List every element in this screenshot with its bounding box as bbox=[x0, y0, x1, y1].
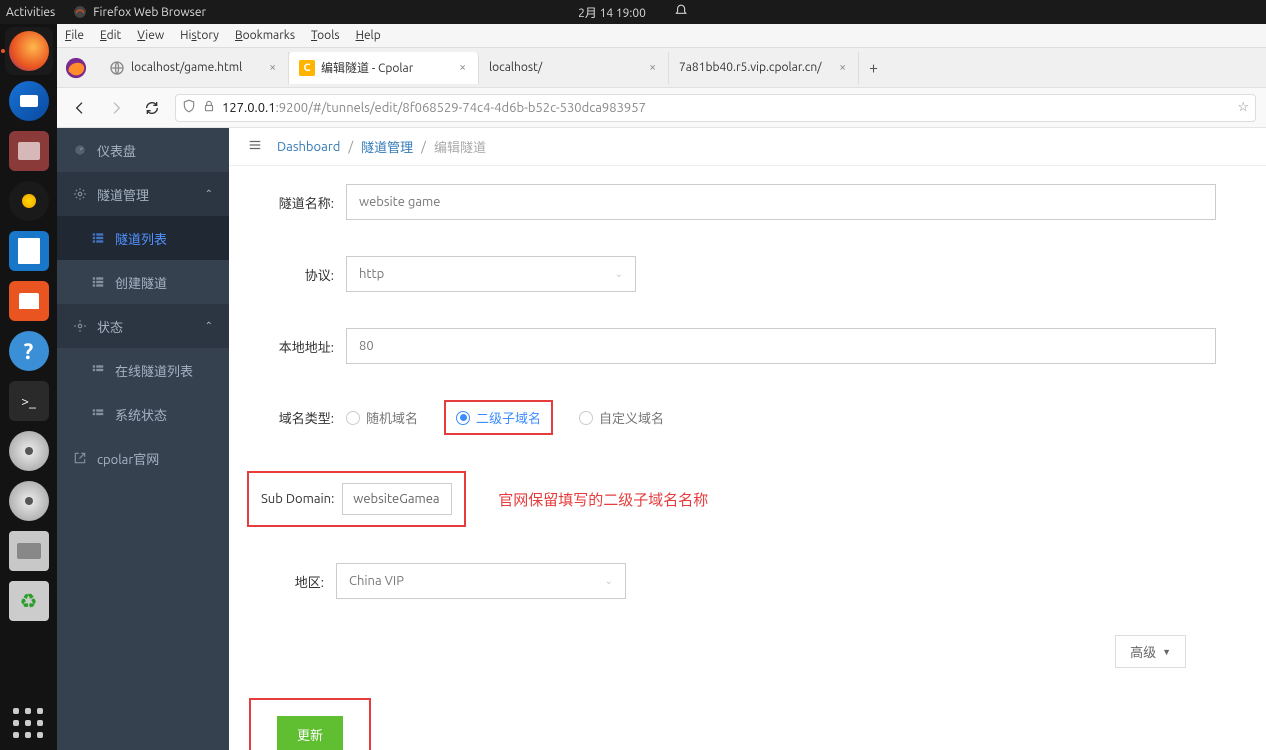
sidebar-online-list[interactable]: 在线隧道列表 bbox=[57, 348, 229, 392]
breadcrumb-current: 编辑隧道 bbox=[434, 137, 486, 156]
menu-edit[interactable]: Edit bbox=[100, 29, 121, 42]
subdomain-label: Sub Domain: bbox=[261, 492, 334, 506]
protocol-label: 协议: bbox=[259, 265, 334, 284]
tunnel-name-label: 隧道名称: bbox=[259, 193, 334, 212]
breadcrumb-tunnel-mgmt[interactable]: 隧道管理 bbox=[361, 137, 413, 156]
radio-random-domain[interactable]: 随机域名 bbox=[346, 408, 418, 427]
breadcrumb: Dashboard / 隧道管理 / 编辑隧道 bbox=[229, 128, 1266, 166]
sidebar-tunnel-mgmt[interactable]: 隧道管理 ⌃ bbox=[57, 172, 229, 216]
local-addr-input[interactable]: 80 bbox=[346, 328, 1216, 364]
tunnel-name-input[interactable]: website game bbox=[346, 184, 1216, 220]
back-button[interactable] bbox=[67, 95, 93, 121]
sidebar-status[interactable]: 状态 ⌃ bbox=[57, 304, 229, 348]
dock-libreoffice[interactable] bbox=[5, 227, 53, 275]
dock-firefox[interactable] bbox=[5, 27, 53, 75]
dock-disk1[interactable] bbox=[5, 427, 53, 475]
subdomain-input[interactable]: websiteGamea bbox=[342, 483, 452, 515]
annotation-box-subdomain: 二级子域名 bbox=[444, 400, 553, 435]
dock-thunderbird[interactable] bbox=[5, 77, 53, 125]
forward-button[interactable] bbox=[103, 95, 129, 121]
firefox-menubar: File Edit View History Bookmarks Tools H… bbox=[57, 24, 1266, 48]
chevron-down-icon: ⌄ bbox=[605, 575, 613, 587]
close-icon[interactable]: × bbox=[457, 61, 468, 74]
sidebar-system-status[interactable]: 系统状态 bbox=[57, 392, 229, 436]
menu-tools[interactable]: Tools bbox=[311, 29, 340, 42]
dock-trash[interactable]: ♻ bbox=[5, 577, 53, 625]
activities-button[interactable]: Activities bbox=[6, 6, 55, 19]
ubuntu-dock: ? >_ ♻ bbox=[0, 24, 57, 750]
update-button[interactable]: 更新 bbox=[277, 716, 343, 750]
dock-rhythmbox[interactable] bbox=[5, 177, 53, 225]
refresh-button[interactable] bbox=[139, 95, 165, 121]
firefox-toolbar-icon[interactable] bbox=[63, 55, 89, 81]
url-bar: 127.0.0.1:9200/#/tunnels/edit/8f068529-7… bbox=[57, 88, 1266, 128]
dock-drive[interactable] bbox=[5, 527, 53, 575]
region-label: 地区: bbox=[259, 572, 324, 591]
url-text: 127.0.0.1:9200/#/tunnels/edit/8f068529-7… bbox=[222, 101, 1231, 115]
dock-software[interactable] bbox=[5, 277, 53, 325]
menu-file[interactable]: File bbox=[65, 29, 84, 42]
domain-type-label: 域名类型: bbox=[259, 408, 334, 427]
region-select[interactable]: China VIP⌄ bbox=[336, 563, 626, 599]
breadcrumb-dashboard[interactable]: Dashboard bbox=[277, 140, 340, 154]
new-tab-button[interactable]: + bbox=[859, 59, 888, 77]
close-icon[interactable]: × bbox=[647, 61, 658, 74]
sidebar-create-tunnel[interactable]: 创建隧道 bbox=[57, 260, 229, 304]
tab-cpolar[interactable]: C 编辑隧道 - Cpolar × bbox=[289, 52, 479, 84]
dock-apps-grid[interactable] bbox=[11, 706, 47, 742]
dock-disk2[interactable] bbox=[5, 477, 53, 525]
tab-vip[interactable]: 7a81bb40.r5.vip.cpolar.cn/ × bbox=[669, 52, 859, 84]
close-icon[interactable]: × bbox=[837, 61, 848, 74]
bookmark-star-icon[interactable]: ☆ bbox=[1237, 100, 1249, 115]
current-app-title[interactable]: Firefox Web Browser bbox=[73, 5, 206, 19]
chevron-up-icon: ⌃ bbox=[205, 320, 213, 332]
system-top-bar: Activities Firefox Web Browser 2月 14 19:… bbox=[0, 0, 1266, 24]
tab-localhost[interactable]: localhost/ × bbox=[479, 52, 669, 84]
close-icon[interactable]: × bbox=[267, 61, 278, 74]
menu-view[interactable]: View bbox=[137, 29, 164, 42]
caret-down-icon: ▼ bbox=[1162, 647, 1171, 657]
cpolar-favicon: C bbox=[299, 60, 315, 76]
url-input[interactable]: 127.0.0.1:9200/#/tunnels/edit/8f068529-7… bbox=[175, 94, 1256, 122]
shield-icon bbox=[182, 99, 196, 116]
protocol-select[interactable]: http⌄ bbox=[346, 256, 636, 292]
menu-bookmarks[interactable]: Bookmarks bbox=[235, 29, 295, 42]
radio-subdomain[interactable]: 二级子域名 bbox=[456, 408, 541, 427]
menu-history[interactable]: History bbox=[180, 29, 219, 42]
domain-type-radio-group: 随机域名 二级子域名 自定义域名 bbox=[346, 400, 664, 435]
annotation-box-submit: 更新 bbox=[249, 698, 371, 750]
sidebar-tunnel-list[interactable]: 隧道列表 bbox=[57, 216, 229, 260]
form-area: 隧道名称: website game 协议: http⌄ 本地地址: 80 域名… bbox=[229, 166, 1266, 750]
dock-terminal[interactable]: >_ bbox=[5, 377, 53, 425]
main-content: Dashboard / 隧道管理 / 编辑隧道 隧道名称: website ga… bbox=[229, 128, 1266, 750]
firefox-small-icon bbox=[73, 5, 87, 19]
sidebar-dashboard[interactable]: 仪表盘 bbox=[57, 128, 229, 172]
chevron-down-icon: ⌄ bbox=[615, 268, 623, 280]
menu-help[interactable]: Help bbox=[356, 29, 381, 42]
local-addr-label: 本地地址: bbox=[259, 337, 334, 356]
dock-files[interactable] bbox=[5, 127, 53, 175]
chevron-up-icon: ⌃ bbox=[205, 188, 213, 200]
radio-custom-domain[interactable]: 自定义域名 bbox=[579, 408, 664, 427]
browser-tabs: localhost/game.html × C 编辑隧道 - Cpolar × … bbox=[57, 48, 1266, 88]
lock-icon bbox=[202, 99, 216, 116]
dock-help[interactable]: ? bbox=[5, 327, 53, 375]
sidebar-toggle-icon[interactable] bbox=[247, 138, 263, 155]
annotation-text: 官网保留填写的二级子域名名称 bbox=[498, 489, 708, 510]
sidebar-cpolar-site[interactable]: cpolar官网 bbox=[57, 436, 229, 480]
notification-bell-icon[interactable] bbox=[674, 4, 688, 21]
clock[interactable]: 2月 14 19:00 bbox=[578, 4, 688, 21]
advanced-button[interactable]: 高级▼ bbox=[1115, 635, 1186, 668]
annotation-box-input: Sub Domain: websiteGamea bbox=[247, 471, 466, 527]
app-sidebar: 仪表盘 隧道管理 ⌃ 隧道列表 创建隧道 状态 ⌃ 在线隧道列表 系统状态 cp… bbox=[57, 128, 229, 750]
globe-icon bbox=[109, 60, 125, 76]
tab-game[interactable]: localhost/game.html × bbox=[99, 52, 289, 84]
